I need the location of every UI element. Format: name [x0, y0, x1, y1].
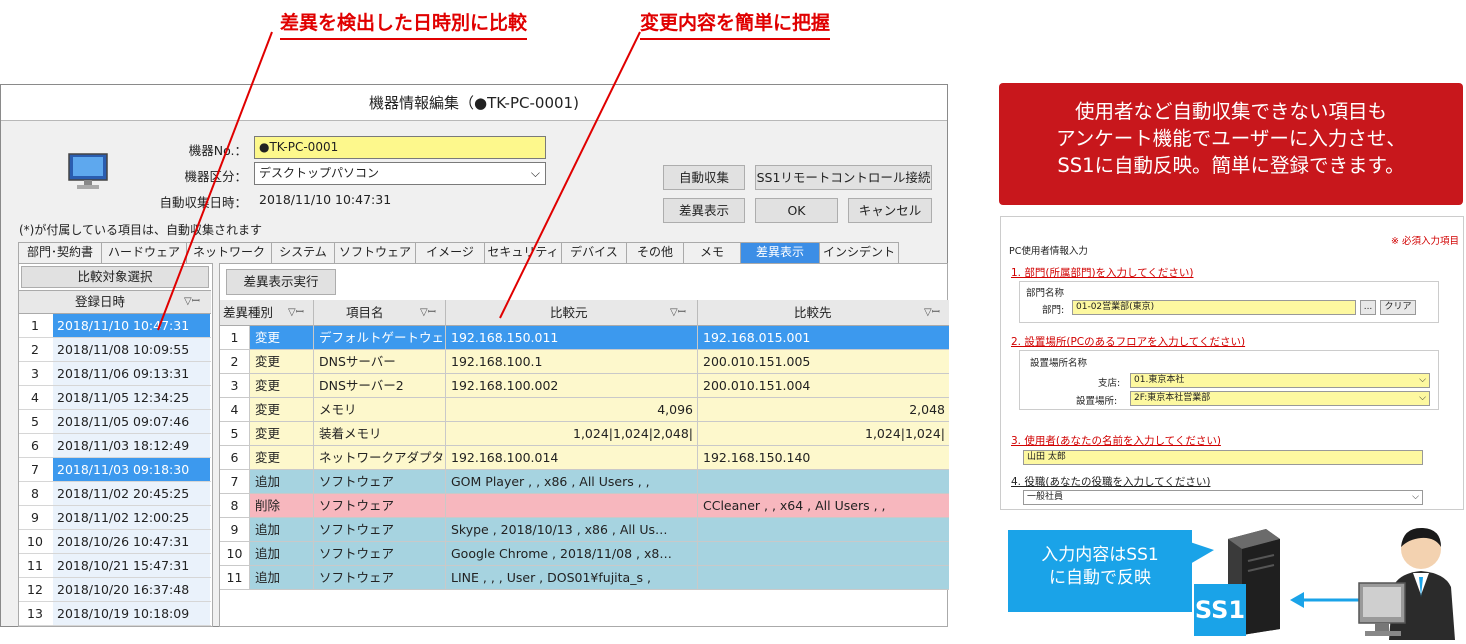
- place-label: 設置場所:: [1076, 396, 1118, 407]
- section-location: 2. 設置場所(PCのあるフロアを入力してください): [1011, 336, 1246, 348]
- section-department: 1. 部門(所属部門)を入力してください): [1011, 267, 1194, 279]
- user-info-form: PC使用者情報入力 ※ 必須入力項目 1. 部門(所属部門)を入力してください)…: [1000, 216, 1464, 510]
- promo-line-1: 使用者など自動収集できない項目も: [1074, 100, 1387, 123]
- chevron-down-icon: ⌵: [1419, 393, 1426, 403]
- department-field[interactable]: 01-02営業部(東京): [1072, 300, 1356, 315]
- ss1-logo: SS1: [1194, 584, 1246, 636]
- place-select[interactable]: 2F:東京本社営業部 ⌵: [1130, 391, 1430, 406]
- department-group: 部門名称 部門: 01-02営業部(東京) ... クリア: [1019, 281, 1439, 323]
- section-user: 3. 使用者(あなたの名前を入力してください): [1011, 435, 1221, 447]
- section-position: 4. 役職(あなたの役職を入力してください): [1011, 476, 1211, 488]
- auto-reflect-bubble: 入力内容はSS1 に自動で反映: [1008, 530, 1214, 612]
- user-name-field[interactable]: 山田 太郎: [1023, 450, 1423, 465]
- bubble-line-2: に自動で反映: [1049, 568, 1151, 588]
- branch-label: 支店:: [1098, 378, 1121, 389]
- place-value: 2F:東京本社営業部: [1134, 393, 1211, 403]
- department-browse-button[interactable]: ...: [1360, 300, 1376, 315]
- promo-line-2: アンケート機能でユーザーに入力させ、: [1056, 127, 1406, 150]
- form-title: PC使用者情報入力: [1009, 246, 1088, 257]
- position-value: 一般社員: [1027, 492, 1064, 502]
- chevron-down-icon: ⌵: [1412, 492, 1419, 502]
- promo-line-3: SS1に自動反映。簡単に登録できます。: [1057, 154, 1405, 177]
- branch-value: 01.東京本社: [1134, 375, 1185, 385]
- department-label: 部門:: [1042, 305, 1065, 316]
- user-at-pc-icon: [1355, 525, 1463, 640]
- location-group: 設置場所名称 支店: 01.東京本社 ⌵ 設置場所: 2F:東京本社営業部 ⌵: [1019, 350, 1439, 410]
- chevron-down-icon: ⌵: [1419, 375, 1426, 385]
- promo-banner: 使用者など自動収集できない項目も アンケート機能でユーザーに入力させ、 SS1に…: [999, 83, 1463, 205]
- required-note: ※ 必須入力項目: [1391, 236, 1459, 247]
- position-select[interactable]: 一般社員 ⌵: [1023, 490, 1423, 505]
- department-group-label: 部門名称: [1026, 288, 1065, 299]
- location-group-label: 設置場所名称: [1030, 358, 1088, 369]
- branch-select[interactable]: 01.東京本社 ⌵: [1130, 373, 1430, 388]
- department-clear-button[interactable]: クリア: [1380, 300, 1416, 315]
- bubble-line-1: 入力内容はSS1: [1041, 545, 1159, 565]
